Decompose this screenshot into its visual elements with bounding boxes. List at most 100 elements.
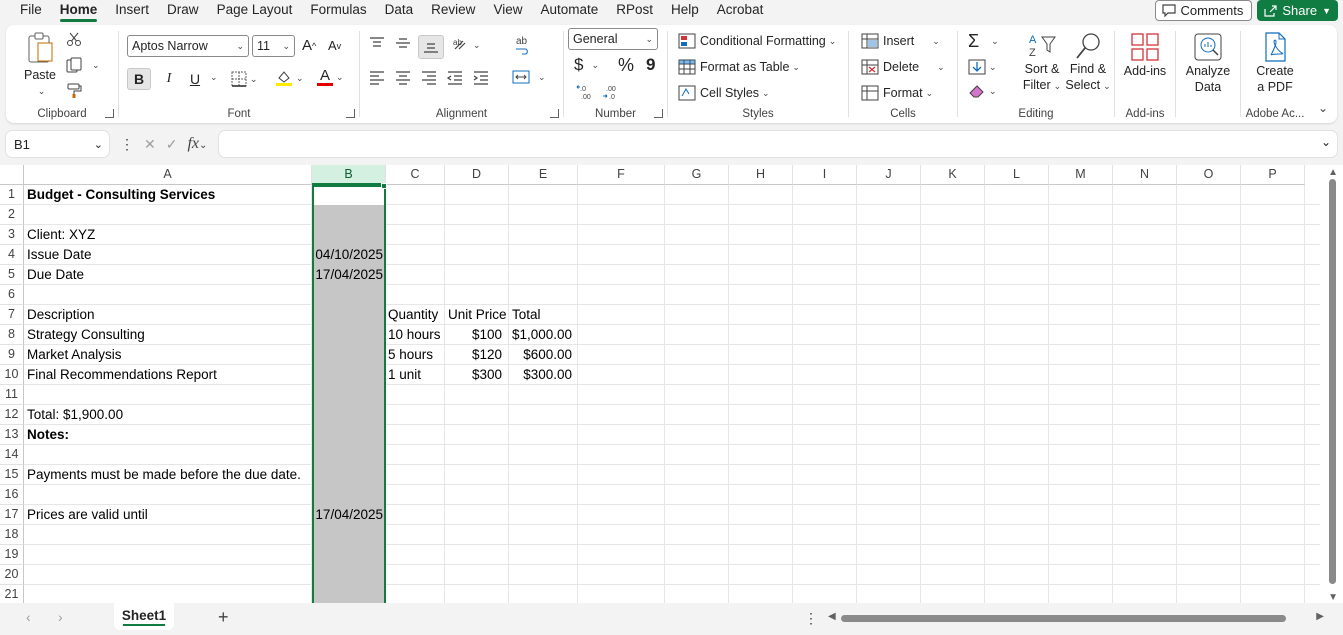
format-painter-button[interactable]	[66, 83, 82, 99]
tab-review[interactable]: Review	[422, 0, 484, 22]
comments-button[interactable]: Comments	[1154, 0, 1253, 21]
number-launcher-icon[interactable]	[654, 109, 663, 118]
font-size-select[interactable]: 11 ⌄	[252, 35, 295, 57]
chevron-down-icon[interactable]: ⌄	[296, 73, 304, 84]
increase-indent-button[interactable]	[472, 69, 490, 85]
column-header-l[interactable]: L	[985, 165, 1049, 185]
row-header-7[interactable]: 7	[0, 305, 24, 325]
orientation-button[interactable]: ab ⌄	[452, 37, 481, 53]
column-header-a[interactable]: A	[24, 165, 312, 185]
cell-d7[interactable]: Unit Price	[445, 305, 510, 325]
cell-e7[interactable]: Total	[509, 305, 544, 325]
add-sheet-button[interactable]: +	[218, 607, 229, 628]
increase-font-button[interactable]: A ^	[302, 37, 316, 54]
row-header-18[interactable]: 18	[0, 525, 24, 545]
tab-view[interactable]: View	[484, 0, 531, 22]
align-middle-button[interactable]	[394, 35, 412, 51]
cell-a15[interactable]: Payments must be made before the due dat…	[24, 465, 304, 485]
format-as-table-button[interactable]: Format as Table ⌄	[678, 59, 800, 75]
find-select-button[interactable]: Find & Select ⌄	[1065, 31, 1111, 94]
cell-a10[interactable]: Final Recommendations Report	[24, 365, 220, 385]
tab-data[interactable]: Data	[376, 0, 423, 22]
column-header-f[interactable]: F	[578, 165, 665, 185]
chevron-down-icon[interactable]: ⌄	[989, 86, 997, 97]
chevron-down-icon[interactable]: ⌄	[250, 74, 258, 85]
cell-a5[interactable]: Due Date	[24, 265, 87, 285]
percent-button[interactable]: %	[618, 55, 634, 76]
column-header-m[interactable]: M	[1049, 165, 1113, 185]
cell-d9[interactable]: $120	[445, 345, 505, 365]
column-header-j[interactable]: J	[857, 165, 921, 185]
copy-button[interactable]: ⌄	[66, 57, 100, 73]
column-header-d[interactable]: D	[445, 165, 509, 185]
row-header-14[interactable]: 14	[0, 445, 24, 465]
cell-d10[interactable]: $300	[445, 365, 505, 385]
font-launcher-icon[interactable]	[346, 109, 355, 118]
borders-button[interactable]: ⌄	[231, 71, 258, 87]
scroll-right-icon[interactable]: ▶	[1316, 611, 1324, 622]
formula-input[interactable]: ⌄	[219, 131, 1337, 157]
row-header-19[interactable]: 19	[0, 545, 24, 565]
cell-e10[interactable]: $300.00	[509, 365, 575, 385]
active-cell[interactable]	[312, 185, 386, 205]
fill-handle[interactable]	[381, 183, 387, 189]
tab-help[interactable]: Help	[662, 0, 708, 22]
insert-cells-button[interactable]: Insert ⌄	[861, 33, 940, 49]
more-options-icon[interactable]: ⋮	[804, 610, 818, 627]
paste-button[interactable]: Paste ⌄	[20, 31, 60, 99]
next-sheet-icon[interactable]: ›	[58, 609, 63, 625]
row-header-16[interactable]: 16	[0, 485, 24, 505]
chevron-down-icon[interactable]: ⌄	[991, 36, 999, 47]
vertical-scrollbar[interactable]: ▲ ▼	[1323, 165, 1343, 603]
chevron-down-icon[interactable]: ⌄	[336, 72, 344, 83]
chevron-down-icon[interactable]: ▼	[1322, 6, 1331, 16]
row-header-9[interactable]: 9	[0, 345, 24, 365]
number-format-select[interactable]: General ⌄	[568, 28, 658, 50]
column-header-o[interactable]: O	[1177, 165, 1241, 185]
tab-acrobat[interactable]: Acrobat	[708, 0, 773, 22]
italic-button[interactable]: I	[157, 68, 181, 90]
tab-home[interactable]: Home	[51, 0, 107, 22]
cell-d8[interactable]: $100	[445, 325, 505, 345]
chevron-down-icon[interactable]: ⌄	[591, 60, 599, 71]
sort-filter-button[interactable]: AZ Sort & Filter ⌄	[1022, 31, 1062, 94]
conditional-formatting-button[interactable]: Conditional Formatting ⌄	[678, 33, 836, 49]
cell-c7[interactable]: Quantity	[385, 305, 441, 325]
alignment-launcher-icon[interactable]	[550, 109, 559, 118]
cell-a17[interactable]: Prices are valid until	[24, 505, 151, 525]
fill-color-button[interactable]: ⌄	[275, 69, 304, 87]
ribbon-collapse-button[interactable]: ⌄	[1318, 101, 1328, 115]
sheet-tab-sheet1[interactable]: Sheet1	[114, 603, 174, 630]
decrease-decimal-button[interactable]: .00.0	[602, 83, 620, 101]
horizontal-scrollbar[interactable]: ◀ ▶	[826, 610, 1326, 626]
cell-a8[interactable]: Strategy Consulting	[24, 325, 148, 345]
prev-sheet-icon[interactable]: ‹	[26, 609, 31, 625]
cell-e9[interactable]: $600.00	[509, 345, 575, 365]
column-header-k[interactable]: K	[921, 165, 985, 185]
cell-c9[interactable]: 5 hours	[385, 345, 436, 365]
align-bottom-button[interactable]	[418, 35, 444, 59]
clipboard-launcher-icon[interactable]	[105, 109, 114, 118]
tab-page-layout[interactable]: Page Layout	[208, 0, 302, 22]
wrap-text-button[interactable]: ab	[514, 35, 532, 55]
column-header-p[interactable]: P	[1241, 165, 1305, 185]
cell-a12[interactable]: Total: $1,900.00	[24, 405, 126, 425]
spreadsheet-grid[interactable]: ABCDEFGHIJKLMNOP 1 2 3 4 5 6 7 8 9 10 11 12 13 14 15 16…	[0, 165, 1343, 603]
cell-a1[interactable]: Budget - Consulting Services	[24, 185, 218, 205]
row-header-4[interactable]: 4	[0, 245, 24, 265]
decrease-font-button[interactable]: Av	[328, 38, 341, 53]
tab-insert[interactable]: Insert	[106, 0, 158, 22]
row-header-13[interactable]: 13	[0, 425, 24, 445]
chevron-down-icon[interactable]: ⌄	[538, 72, 546, 83]
vertical-scroll-thumb[interactable]	[1329, 179, 1336, 584]
row-header-15[interactable]: 15	[0, 465, 24, 485]
currency-button[interactable]: $ ⌄	[574, 55, 599, 75]
fill-button[interactable]: ⌄	[968, 59, 997, 75]
scroll-left-icon[interactable]: ◀	[828, 611, 836, 622]
chevron-down-icon[interactable]: ⌄	[210, 72, 218, 83]
align-center-button[interactable]	[394, 69, 412, 85]
cell-a3[interactable]: Client: XYZ	[24, 225, 98, 245]
cell-b4[interactable]: 04/10/2025	[312, 245, 386, 265]
row-header-6[interactable]: 6	[0, 285, 24, 305]
chevron-down-icon[interactable]: ⌄	[473, 40, 481, 51]
